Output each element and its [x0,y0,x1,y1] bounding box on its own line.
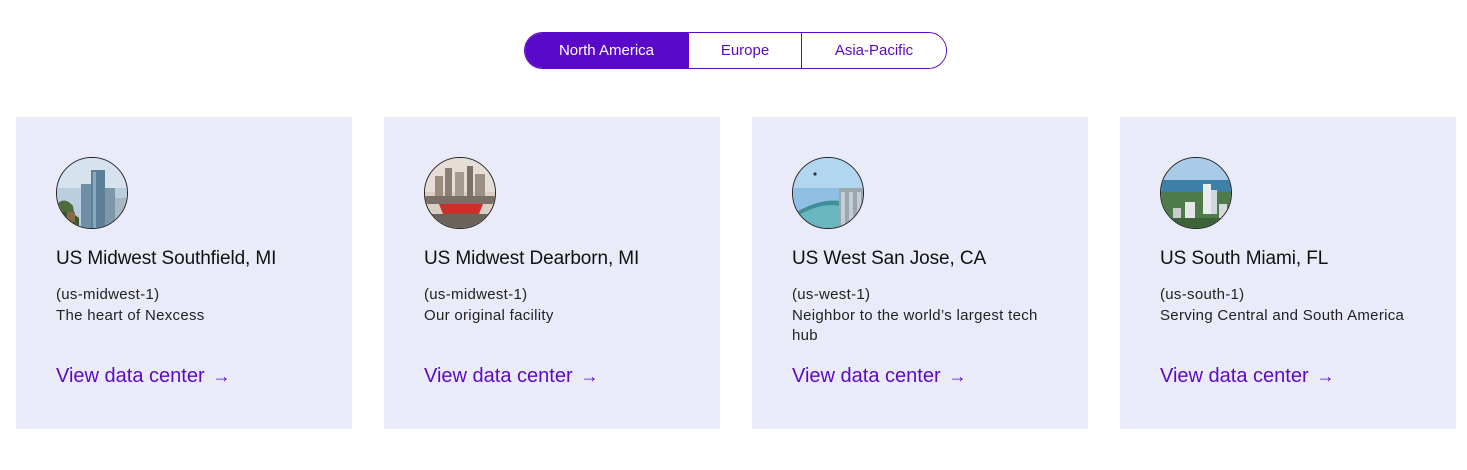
card-description: Serving Central and South America [1160,307,1405,324]
card-description: Our original facility [424,307,554,324]
link-label: View data center [424,365,573,387]
tab-north-america[interactable]: North America [525,33,689,68]
tab-asia-pacific[interactable]: Asia-Pacific [802,33,946,68]
card-description: The heart of Nexcess [56,307,205,324]
data-center-card-southfield: US Midwest Southfield, MI (us-midwest-1)… [16,117,352,429]
link-label: View data center [792,365,941,387]
card-title: US Midwest Southfield, MI [56,248,277,269]
card-title: US West San Jose, CA [792,248,987,269]
dearborn-skyline-photo [424,157,496,229]
arrow-right-icon: → [580,366,599,386]
view-data-center-link[interactable]: View data center → [1160,365,1335,388]
miami-skyline-photo [1160,157,1232,229]
card-title: US South Miami, FL [1160,248,1329,269]
card-title: US Midwest Dearborn, MI [424,248,640,269]
data-center-card-miami: US South Miami, FL (us-south-1) Serving … [1120,117,1456,429]
arrow-right-icon: → [212,366,231,386]
data-center-card-dearborn: US Midwest Dearborn, MI (us-midwest-1) O… [384,117,720,429]
link-label: View data center [1160,365,1309,387]
san-jose-building-photo [792,157,864,229]
card-description: Neighbor to the world’s largest tech hub [792,307,1038,344]
tab-europe[interactable]: Europe [689,33,802,68]
arrow-right-icon: → [948,366,967,386]
arrow-right-icon: → [1316,366,1335,386]
data-center-card-san-jose: US West San Jose, CA (us-west-1) Neighbo… [752,117,1088,429]
view-data-center-link[interactable]: View data center → [56,365,231,388]
link-label: View data center [56,365,205,387]
southfield-skyline-photo [56,157,128,229]
view-data-center-link[interactable]: View data center → [792,365,967,388]
card-region-code: (us-midwest-1) [56,286,160,303]
region-tabs: North America Europe Asia-Pacific [524,32,947,69]
card-region-code: (us-midwest-1) [424,286,528,303]
card-region-code: (us-west-1) [792,286,871,303]
data-center-cards: US Midwest Southfield, MI (us-midwest-1)… [16,117,1456,429]
card-region-code: (us-south-1) [1160,286,1245,303]
view-data-center-link[interactable]: View data center → [424,365,599,388]
